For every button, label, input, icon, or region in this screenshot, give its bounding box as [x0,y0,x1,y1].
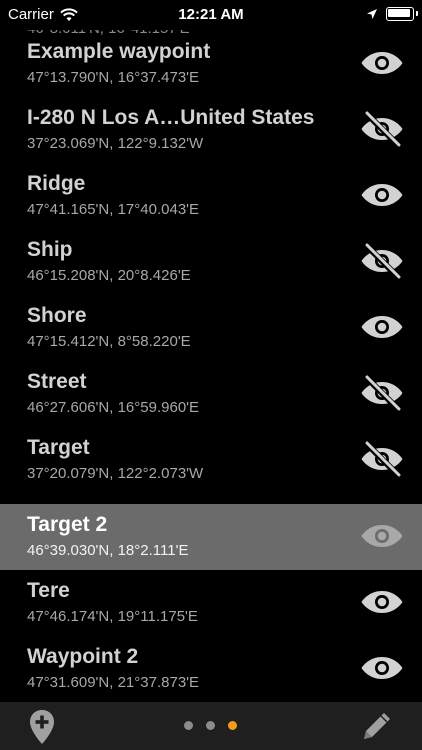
eye-icon[interactable] [360,650,404,686]
list-item[interactable]: Target 37°20.079'N, 122°2.073'W [0,427,422,493]
status-time: 12:21 AM [178,6,244,23]
waypoint-name: Ridge [27,172,86,195]
waypoint-name: Tere [27,579,70,602]
pencil-icon[interactable] [360,709,394,743]
eye-off-icon[interactable] [360,375,404,411]
waypoint-coords: 47°31.609'N, 21°37.873'E [27,674,200,691]
eye-off-icon[interactable] [360,243,404,279]
battery-icon [386,7,418,21]
eye-icon[interactable] [360,518,404,554]
list-item[interactable]: Tere 47°46.174'N, 19°11.175'E [0,570,422,636]
list-item[interactable]: Ship 46°15.208'N, 20°8.426'E [0,229,422,295]
list-item[interactable]: Waypoint 2 47°31.609'N, 21°37.873'E [0,636,422,702]
waypoint-coords: 47°13.790'N, 16°37.473'E [27,69,200,86]
eye-off-icon[interactable] [360,441,404,477]
list-item[interactable]: Shore 47°15.412'N, 8°58.220'E [0,295,422,361]
waypoint-coords: 46°15.208'N, 20°8.426'E [27,267,191,284]
waypoint-coords: 37°20.079'N, 122°2.073'W [27,465,204,482]
bottom-toolbar [0,702,422,750]
waypoint-name: Target [27,436,90,459]
waypoint-name: I-280 N Los A…United States [27,106,315,129]
eye-icon[interactable] [360,309,404,345]
waypoint-coords: 46°39.030'N, 18°2.111'E [27,542,189,559]
page-dot[interactable] [206,721,215,730]
waypoint-coords: 47°46.174'N, 19°11.175'E [27,608,198,625]
eye-off-icon[interactable] [360,111,404,147]
list-item-selected[interactable]: Target 2 46°39.030'N, 18°2.111'E [0,504,422,570]
waypoint-coords: 37°23.069'N, 122°9.132'W [27,135,204,152]
list-item[interactable]: I-280 N Los A…United States 37°23.069'N,… [0,97,422,163]
waypoint-name: Ship [27,238,73,261]
page-dot[interactable] [184,721,193,730]
waypoint-coords: 47°15.412'N, 8°58.220'E [27,333,191,350]
eye-icon[interactable] [360,45,404,81]
list-item[interactable]: Example waypoint 47°13.790'N, 16°37.473'… [0,31,422,97]
waypoint-name: Shore [27,304,87,327]
list-item[interactable]: Ridge 47°41.165'N, 17°40.043'E [0,163,422,229]
location-arrow-icon [367,9,377,19]
eye-icon[interactable] [360,177,404,213]
eye-icon[interactable] [360,584,404,620]
page-indicator[interactable] [184,721,250,730]
list-item[interactable]: Street 46°27.606'N, 16°59.960'E [0,361,422,427]
waypoint-name: Example waypoint [27,40,211,63]
page-dot-active[interactable] [228,721,237,730]
status-bar: Carrier 12:21 AM [0,0,422,30]
waypoint-coords: 47°41.165'N, 17°40.043'E [27,201,200,218]
waypoint-name: Waypoint 2 [27,645,139,668]
waypoint-coords: 46°27.606'N, 16°59.960'E [27,399,200,416]
waypoint-name: Target 2 [27,513,108,536]
waypoint-name: Street [27,370,87,393]
status-right [366,7,418,21]
add-location-icon[interactable] [28,709,56,745]
waypoint-list[interactable]: 46°8.011'N, 16°41.157'E Example waypoint… [0,0,422,702]
